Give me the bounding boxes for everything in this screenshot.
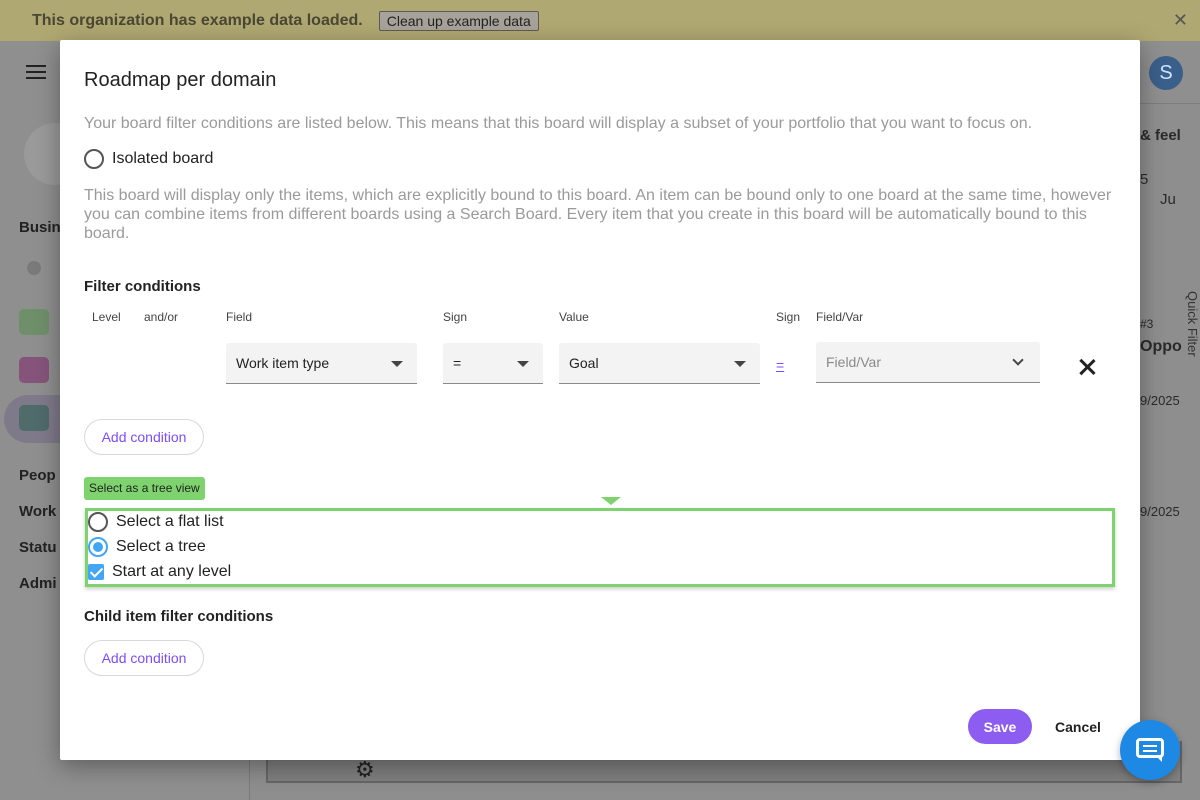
tooltip-pointer <box>601 497 621 505</box>
hamburger-menu-icon[interactable] <box>26 65 46 79</box>
sidebar-heading-work: Work <box>19 503 57 520</box>
sidebar-roadmap-icon <box>19 405 49 431</box>
child-filter-title: Child item filter conditions <box>84 608 274 625</box>
view-mode-options <box>85 508 1115 587</box>
bg-text: #3 <box>1140 317 1154 331</box>
value-select[interactable]: Goal <box>559 343 760 384</box>
sidebar-heading-admin: Admi <box>19 575 57 592</box>
board-settings-dialog: Roadmap per domain Your board filter con… <box>60 40 1140 760</box>
add-condition-button[interactable]: Add condition <box>84 419 204 455</box>
isolated-description: This board will display only the items, … <box>84 187 1112 242</box>
sidebar-heading-people: Peop <box>19 467 56 484</box>
column-sign-2: Sign <box>776 310 801 324</box>
field-var-placeholder: Field/Var <box>826 354 881 370</box>
close-icon[interactable]: ✕ <box>1173 10 1188 31</box>
remove-condition-icon[interactable] <box>1076 356 1098 378</box>
column-level: Level <box>92 310 121 324</box>
isolated-board-label: Isolated board <box>112 150 214 167</box>
start-any-level-label: Start at any level <box>112 563 232 580</box>
add-child-condition-button[interactable]: Add condition <box>84 640 204 676</box>
field-select[interactable]: Work item type <box>226 343 417 384</box>
bg-text: 9/2025 <box>1140 504 1180 519</box>
bg-text: & feel <box>1140 127 1181 144</box>
bg-text: Oppo <box>1140 338 1182 355</box>
save-button[interactable]: Save <box>968 709 1032 744</box>
bg-text: 9/2025 <box>1140 393 1180 408</box>
banner-text: This organization has example data loade… <box>32 11 363 29</box>
field-select-value: Work item type <box>236 355 330 371</box>
clean-up-example-data-button[interactable]: Clean up example data <box>378 10 539 31</box>
sign-select[interactable]: = <box>443 343 543 384</box>
flat-list-label: Select a flat list <box>116 513 224 530</box>
chat-tail <box>1156 756 1162 762</box>
quick-filter-tab[interactable]: Quick Filter <box>1178 291 1200 411</box>
dropdown-caret-icon <box>517 361 529 367</box>
filter-conditions-title: Filter conditions <box>84 278 201 295</box>
cancel-button[interactable]: Cancel <box>1044 709 1112 744</box>
avatar[interactable]: S <box>1149 56 1183 90</box>
checkbox-checked-icon[interactable] <box>88 564 104 580</box>
sign-toggle-link[interactable]: = <box>776 357 784 373</box>
radio-icon[interactable] <box>84 149 104 169</box>
dropdown-caret-icon <box>734 361 746 367</box>
bg-text: 5 <box>1140 171 1149 188</box>
tree-view-tooltip: Select as a tree view <box>84 477 205 500</box>
filter-description: Your board filter conditions are listed … <box>84 115 1033 132</box>
isolated-board-option[interactable]: Isolated board <box>84 149 213 169</box>
field-var-select[interactable]: Field/Var <box>816 342 1040 383</box>
sidebar-grid-icon <box>19 309 49 335</box>
chevron-down-icon <box>1012 354 1024 366</box>
radio-checked-icon[interactable] <box>88 537 108 557</box>
column-andor: and/or <box>144 310 179 324</box>
column-sign: Sign <box>443 310 468 324</box>
dropdown-caret-icon <box>391 361 403 367</box>
tree-label: Select a tree <box>116 538 206 555</box>
flat-list-option[interactable]: Select a flat list <box>88 512 224 532</box>
column-field-var: Field/Var <box>816 310 864 324</box>
bg-text: Ju <box>1160 191 1176 208</box>
column-field: Field <box>226 310 253 324</box>
sign-select-value: = <box>453 355 462 371</box>
gear-icon[interactable]: ⚙ <box>355 757 375 783</box>
sidebar-kanban-icon <box>19 357 49 383</box>
start-any-level-option[interactable]: Start at any level <box>88 563 231 581</box>
radio-icon[interactable] <box>88 512 108 532</box>
chat-icon <box>1136 738 1164 758</box>
chat-button[interactable] <box>1120 720 1180 780</box>
tree-option[interactable]: Select a tree <box>88 537 206 557</box>
value-select-value: Goal <box>569 355 599 371</box>
column-value: Value <box>559 310 589 324</box>
sidebar-heading-business: Busin <box>19 219 61 236</box>
example-data-banner: This organization has example data loade… <box>0 0 1200 41</box>
sidebar-item-icon <box>27 261 41 275</box>
sidebar-heading-status: Statu <box>19 539 57 556</box>
dialog-title: Roadmap per domain <box>84 69 277 91</box>
